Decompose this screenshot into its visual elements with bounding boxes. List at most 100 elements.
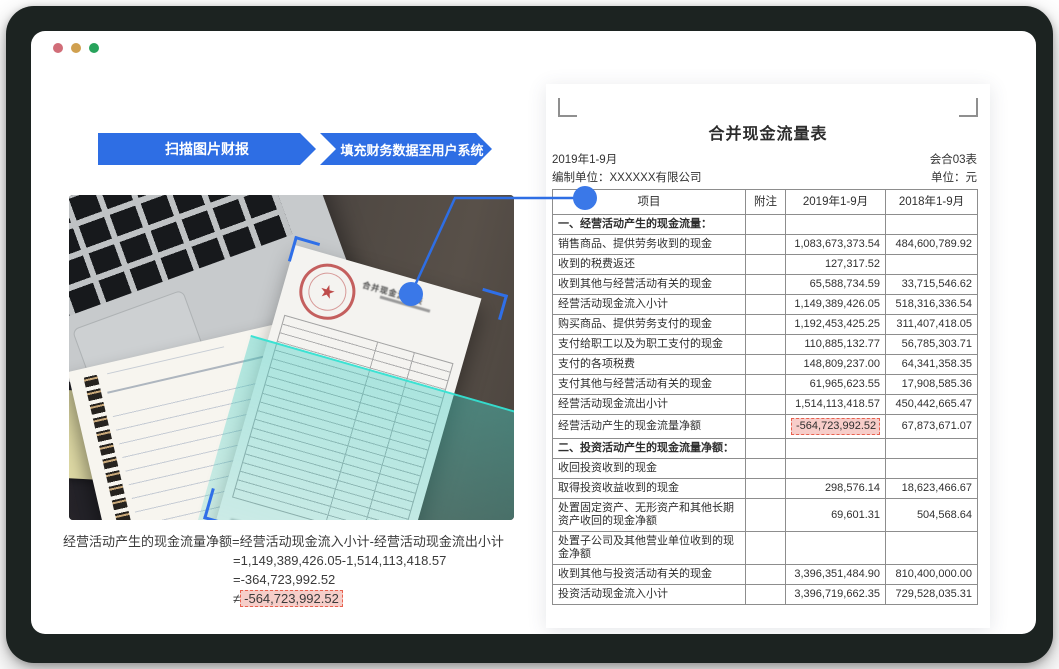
cell-2018 [886, 459, 978, 479]
cell-2018: 518,316,336.54 [886, 295, 978, 315]
cell-item: 支付其他与经营活动有关的现金 [553, 375, 746, 395]
report-period: 2019年1-9月 [552, 151, 617, 167]
cell-note [746, 395, 786, 415]
red-stamp-icon: ★ [293, 257, 362, 326]
formula-line-1: 经营活动产生的现金流量净额=经营活动现金流入小计-经营活动现金流出小计 [63, 532, 504, 551]
cell-note [746, 565, 786, 585]
cell-2019: 1,149,389,426.05 [786, 295, 886, 315]
cell-item: 支付给职工以及为职工支付的现金 [553, 335, 746, 355]
cell-2018: 504,568.64 [886, 499, 978, 532]
crop-mark-left-icon [558, 98, 577, 117]
cash-flow-table: 项目 附注 2019年1-9月 2018年1-9月 一、经营活动产生的现金流量：… [552, 189, 978, 605]
cell-item: 经营活动产生的现金流量净额 [553, 415, 746, 439]
cell-2018 [886, 255, 978, 275]
cell-note [746, 355, 786, 375]
formula-block: 经营活动产生的现金流量净额=经营活动现金流入小计-经营活动现金流出小计 =1,1… [63, 532, 504, 608]
table-row: 收到其他与投资活动有关的现金 3,396,351,484.90810,400,00… [553, 565, 978, 585]
table-row: 一、经营活动产生的现金流量： [553, 215, 978, 235]
cell-note [746, 585, 786, 605]
cell-note [746, 532, 786, 565]
table-row: 收到的税费返还127,317.52 [553, 255, 978, 275]
cell-2018: 67,873,671.07 [886, 415, 978, 439]
cell-2019: 3,396,351,484.90 [786, 565, 886, 585]
cell-2018 [886, 439, 978, 459]
desk-photo: ★ 合并现金流量表 [69, 195, 514, 520]
cell-2019 [786, 439, 886, 459]
close-window-button[interactable] [53, 43, 63, 53]
cell-note [746, 439, 786, 459]
crop-mark-right-icon [959, 98, 978, 117]
table-row: 支付其他与经营活动有关的现金 61,965,623.5517,908,585.36 [553, 375, 978, 395]
cell-item: 经营活动现金流入小计 [553, 295, 746, 315]
table-row: 经营活动现金流入小计 1,149,389,426.05518,316,336.54 [553, 295, 978, 315]
zoom-window-button[interactable] [89, 43, 99, 53]
table-row: 经营活动现金流出小计1,514,113,418.57450,442,665.47 [553, 395, 978, 415]
table-row: 支付给职工以及为职工支付的现金 110,885,132.7756,785,303.… [553, 335, 978, 355]
app-window-frame: 扫描图片财报 填充财务数据至用户系统 [6, 6, 1053, 663]
cell-note [746, 215, 786, 235]
flow-step-fill: 填充财务数据至用户系统 [320, 133, 492, 165]
cell-item: 支付的各项税费 [553, 355, 746, 375]
cell-note [746, 375, 786, 395]
cell-2018: 450,442,665.47 [886, 395, 978, 415]
col-header-2019: 2019年1-9月 [786, 190, 886, 215]
cell-2018: 729,528,035.31 [886, 585, 978, 605]
cell-item: 销售商品、提供劳务收到的现金 [553, 235, 746, 255]
cell-note [746, 295, 786, 315]
cell-2019: 1,192,453,425.25 [786, 315, 886, 335]
cell-item: 处置固定资产、无形资产和其他长期资产收回的现金净额 [553, 499, 746, 532]
cell-2019 [786, 532, 886, 565]
col-header-2018: 2018年1-9月 [886, 190, 978, 215]
cell-2018: 64,341,358.35 [886, 355, 978, 375]
cell-item: 投资活动现金流入小计 [553, 585, 746, 605]
cell-item: 二、投资活动产生的现金流量净额： [553, 439, 746, 459]
table-row: 处置子公司及其他营业单位收到的现金净额 [553, 532, 978, 565]
cell-item: 收到其他与投资活动有关的现金 [553, 565, 746, 585]
table-row: 销售商品、提供劳务收到的现金1,083,673,373.54484,600,78… [553, 235, 978, 255]
formula-line-2: =1,149,389,426.05-1,514,113,418.57 [63, 551, 504, 570]
cell-note [746, 459, 786, 479]
cell-2018: 810,400,000.00 [886, 565, 978, 585]
cell-2018: 56,785,303.71 [886, 335, 978, 355]
cell-note [746, 335, 786, 355]
cell-item: 处置子公司及其他营业单位收到的现金净额 [553, 532, 746, 565]
cell-2019: 110,885,132.77 [786, 335, 886, 355]
table-row: 收回投资收到的现金 [553, 459, 978, 479]
table-row: 支付的各项税费148,809,237.0064,341,358.35 [553, 355, 978, 375]
col-header-note: 附注 [746, 190, 786, 215]
cell-item: 购买商品、提供劳务支付的现金 [553, 315, 746, 335]
cell-note [746, 415, 786, 439]
cell-note [746, 275, 786, 295]
cell-2019: -564,723,992.52 [786, 415, 886, 439]
cell-item: 收到其他与经营活动有关的现金 [553, 275, 746, 295]
cell-2019: 65,588,734.59 [786, 275, 886, 295]
cell-2019: 1,514,113,418.57 [786, 395, 886, 415]
cell-2019: 1,083,673,373.54 [786, 235, 886, 255]
minimize-window-button[interactable] [71, 43, 81, 53]
flow-step-fill-label: 填充财务数据至用户系统 [340, 140, 483, 159]
cell-2019: 3,396,719,662.35 [786, 585, 886, 605]
report-unit: 单位：元 [931, 169, 977, 185]
cell-2018: 33,715,546.62 [886, 275, 978, 295]
screenshot-stage: 扫描图片财报 填充财务数据至用户系统 [0, 0, 1059, 669]
formula-line-4: ≠-564,723,992.52 [63, 589, 504, 608]
cell-note [746, 499, 786, 532]
report-table-body: 一、经营活动产生的现金流量：销售商品、提供劳务收到的现金 1,083,673,37… [553, 215, 978, 605]
table-row: 投资活动现金流入小计 3,396,719,662.35729,528,035.31 [553, 585, 978, 605]
cell-note [746, 255, 786, 275]
mismatch-value-highlight: -564,723,992.52 [240, 590, 343, 607]
table-row: 经营活动产生的现金流量净额 -564,723,992.52 67,873,671.0… [553, 415, 978, 439]
cell-2019: 127,317.52 [786, 255, 886, 275]
table-row: 二、投资活动产生的现金流量净额： [553, 439, 978, 459]
document-title: 合并现金流量表 [361, 279, 425, 307]
cell-2019 [786, 215, 886, 235]
highlighted-negative-value: -564,723,992.52 [791, 418, 880, 435]
cell-2018: 17,908,585.36 [886, 375, 978, 395]
report-sheet-no: 会合03表 [930, 151, 977, 167]
cell-2019: 61,965,623.55 [786, 375, 886, 395]
table-row: 处置固定资产、无形资产和其他长期资产收回的现金净额69,601.31504,56… [553, 499, 978, 532]
table-header-row: 项目 附注 2019年1-9月 2018年1-9月 [553, 190, 978, 215]
table-row: 取得投资收益收到的现金298,576.1418,623,466.67 [553, 479, 978, 499]
flow-step-scan: 扫描图片财报 [98, 133, 316, 165]
flow-step-scan-label: 扫描图片财报 [165, 139, 249, 159]
